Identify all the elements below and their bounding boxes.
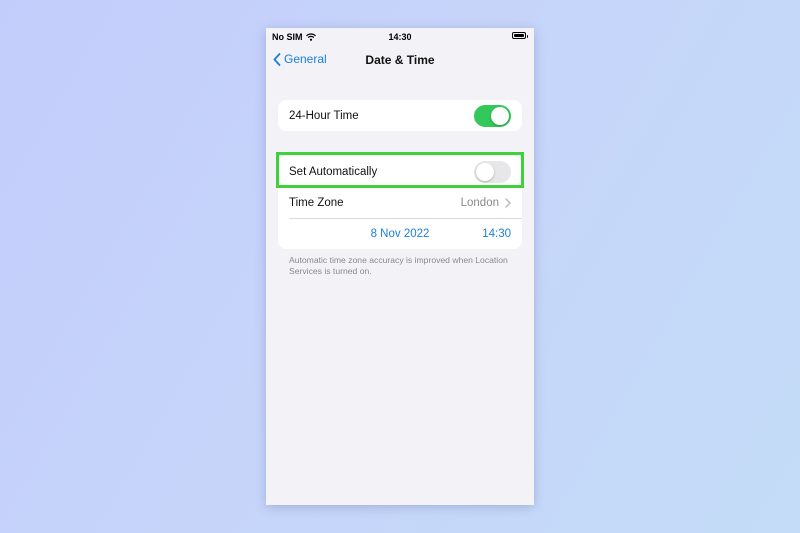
set-automatically-label: Set Automatically bbox=[289, 165, 378, 178]
time-zone-row[interactable]: Time Zone London bbox=[278, 187, 522, 218]
set-automatically-row: Set Automatically bbox=[278, 156, 522, 187]
date-value[interactable]: 8 Nov 2022 bbox=[371, 228, 430, 240]
phone-screen: No SIM 14:30 General Date & Time 24-Hour… bbox=[266, 28, 534, 505]
chevron-right-icon bbox=[505, 197, 511, 208]
toggle-knob bbox=[491, 106, 509, 125]
toggle-knob bbox=[476, 162, 494, 181]
time-zone-label: Time Zone bbox=[289, 196, 344, 209]
date-time-row: 8 Nov 2022 14:30 bbox=[278, 218, 522, 249]
battery-icon bbox=[512, 32, 528, 39]
hour24-label: 24-Hour Time bbox=[289, 109, 359, 122]
hour24-toggle[interactable] bbox=[474, 104, 511, 127]
page-title: Date & Time bbox=[365, 53, 435, 67]
hour24-group: 24-Hour Time bbox=[278, 100, 522, 131]
status-bar: No SIM 14:30 bbox=[266, 28, 534, 46]
time-zone-value: London bbox=[460, 196, 499, 209]
date-time-group: Set Automatically Time Zone London 8 Nov… bbox=[278, 156, 522, 249]
set-automatically-toggle[interactable] bbox=[474, 160, 511, 183]
status-time: 14:30 bbox=[388, 32, 412, 42]
hour24-row: 24-Hour Time bbox=[278, 100, 522, 131]
navigation-bar: General Date & Time bbox=[266, 48, 534, 72]
footnote: Automatic time zone accuracy is improved… bbox=[289, 255, 508, 276]
time-value[interactable]: 14:30 bbox=[482, 228, 511, 240]
